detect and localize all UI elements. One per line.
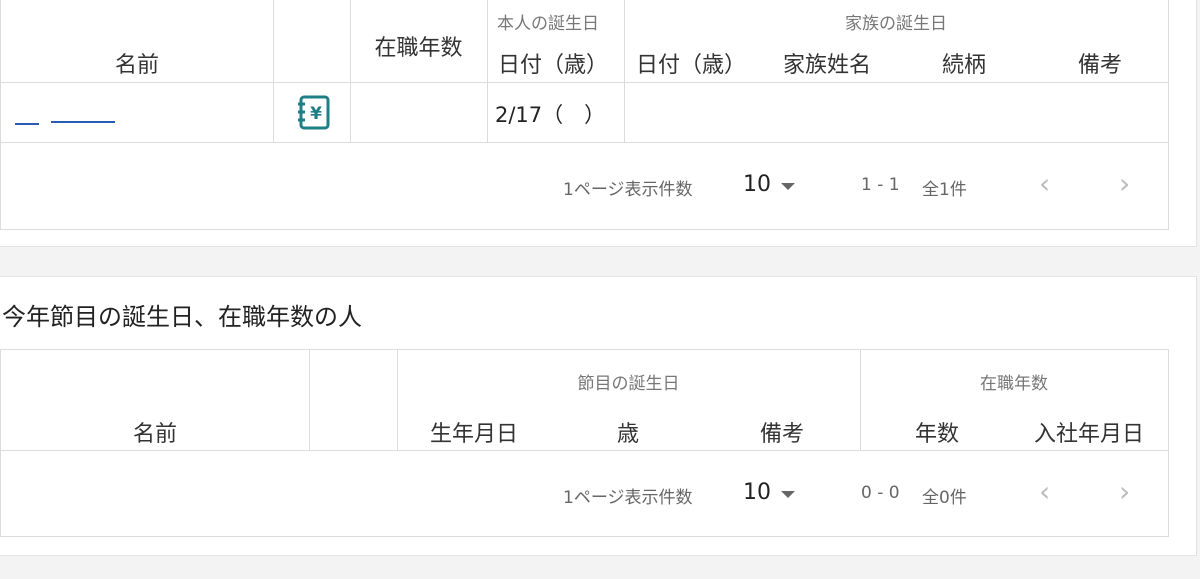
milestone-table: 名前 節目の誕生日 生年月日 歳 備考 在職年数 年数 入社年月日 1ページ表示…	[0, 349, 1169, 537]
chevron-left-icon[interactable]: ‹	[1039, 170, 1050, 198]
self-birthday-date: 2/17（ ）	[495, 103, 606, 127]
total-count: 全0件	[922, 488, 967, 508]
total-count: 全1件	[922, 180, 967, 200]
per-page-select[interactable]: 10	[743, 480, 771, 505]
page-range: 0 - 0	[861, 483, 900, 503]
employee-name-link-part[interactable]	[51, 121, 115, 123]
column-header-name[interactable]: 名前	[1, 416, 309, 448]
column-header-self-date-age[interactable]: 日付（歳）	[498, 47, 608, 79]
column-header-years[interactable]: 年数	[915, 416, 959, 448]
chevron-down-icon[interactable]	[781, 183, 795, 190]
chevron-left-icon[interactable]: ‹	[1039, 478, 1050, 506]
table-row: ¥ 2/17（ ）	[1, 83, 1168, 142]
chevron-right-icon[interactable]: ›	[1119, 170, 1130, 198]
column-header-relation[interactable]: 続柄	[942, 47, 986, 79]
employee-name-link[interactable]	[15, 123, 39, 125]
column-header-age[interactable]: 歳	[617, 416, 639, 448]
column-header-family-name[interactable]: 家族姓名	[783, 47, 871, 79]
svg-text:¥: ¥	[310, 104, 322, 124]
chevron-right-icon[interactable]: ›	[1119, 478, 1130, 506]
per-page-label: 1ページ表示件数	[563, 180, 693, 200]
ledger-yen-icon[interactable]: ¥	[297, 95, 331, 131]
column-header-note[interactable]: 備考	[1078, 47, 1122, 79]
column-header-join-date[interactable]: 入社年月日	[1034, 416, 1144, 448]
group-header-milestone-birthday: 節目の誕生日	[577, 374, 680, 394]
column-header-name[interactable]: 名前	[1, 47, 273, 79]
section-title: 今年節目の誕生日、在職年数の人	[2, 303, 362, 331]
column-header-birthdate[interactable]: 生年月日	[430, 416, 518, 448]
chevron-down-icon[interactable]	[781, 491, 795, 498]
column-header-note[interactable]: 備考	[760, 416, 804, 448]
page-range: 1 - 1	[861, 175, 900, 195]
employee-birthday-table: 名前 在職年数 本人の誕生日 日付（歳） 家族の誕生日 日付（歳） 家族姓名 続…	[0, 0, 1169, 230]
group-header-self-birthday: 本人の誕生日	[497, 14, 599, 34]
per-page-label: 1ページ表示件数	[563, 488, 693, 508]
per-page-select[interactable]: 10	[743, 172, 771, 197]
group-header-tenure: 在職年数	[980, 374, 1048, 394]
column-header-family-date-age[interactable]: 日付（歳）	[636, 47, 746, 79]
milestone-card: 今年節目の誕生日、在職年数の人 名前 節目の誕生日 生年月日 歳 備考 在職年数…	[0, 276, 1197, 556]
group-header-family-birthday: 家族の誕生日	[845, 14, 947, 34]
employee-birthday-card: 名前 在職年数 本人の誕生日 日付（歳） 家族の誕生日 日付（歳） 家族姓名 続…	[0, 0, 1197, 247]
column-header-tenure[interactable]: 在職年数	[350, 30, 487, 62]
